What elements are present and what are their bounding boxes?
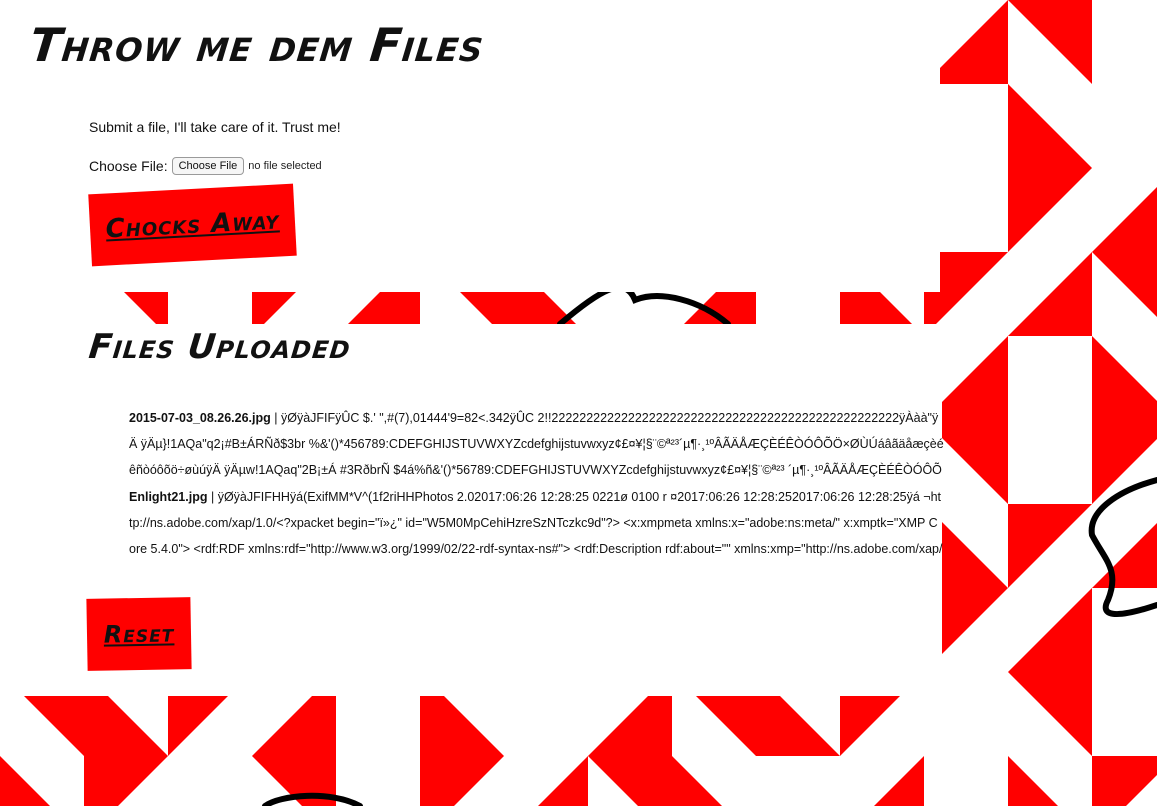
choose-file-button[interactable]: Choose File — [171, 157, 245, 175]
pattern-triangle — [1008, 252, 1092, 336]
pattern-triangle — [1092, 187, 1157, 252]
pattern-triangle — [588, 756, 672, 806]
pattern-triangle — [420, 756, 504, 806]
pattern-triangle — [672, 756, 722, 806]
pattern-triangle — [874, 756, 924, 806]
submit-button[interactable]: Chocks Away — [88, 183, 297, 267]
file-input-label: Choose File: — [89, 158, 168, 174]
page-title: Throw me dem Files — [27, 18, 487, 72]
file-separator: | — [207, 490, 218, 504]
pattern-triangle — [1008, 84, 1092, 168]
pattern-triangle — [1008, 672, 1092, 756]
pattern-triangle — [0, 756, 50, 806]
file-separator: | — [270, 411, 281, 425]
pattern-triangle — [1092, 756, 1157, 806]
pattern-triangle — [1092, 336, 1157, 420]
file-status-text: no file selected — [248, 160, 322, 172]
file-name: 2015-07-03_08.26.26.jpg — [129, 411, 271, 425]
pattern-triangle — [1008, 0, 1092, 84]
pattern-triangle — [1008, 168, 1092, 252]
file-entry: Enlight21.jpg | ÿØÿàJFIFHHÿá(ExifMM*V^(1… — [129, 484, 944, 564]
pattern-triangle — [1092, 252, 1157, 317]
submit-button-label: Chocks Away — [104, 205, 281, 245]
pattern-triangle — [1008, 756, 1058, 806]
file-content: ÿØÿàJFIFHHÿá(ExifMM*V^(1f2riHHPhotos 2.0… — [129, 490, 943, 556]
reset-button[interactable]: Reset — [86, 597, 192, 671]
pattern-triangle — [538, 756, 588, 806]
reset-button-label: Reset — [103, 619, 175, 649]
pattern-triangle — [84, 756, 168, 806]
intro-text: Submit a file, I'll take care of it. Tru… — [89, 119, 341, 135]
file-input-row: Choose File: Choose File no file selecte… — [89, 157, 322, 175]
file-name: Enlight21.jpg — [129, 490, 208, 504]
file-entry: 2015-07-03_08.26.26.jpg | ÿØÿàJFIFÿÛC $.… — [129, 405, 944, 483]
pattern-triangle — [1008, 588, 1092, 672]
files-heading: Files Uploaded — [86, 327, 353, 367]
pattern-triangle — [1008, 504, 1092, 588]
